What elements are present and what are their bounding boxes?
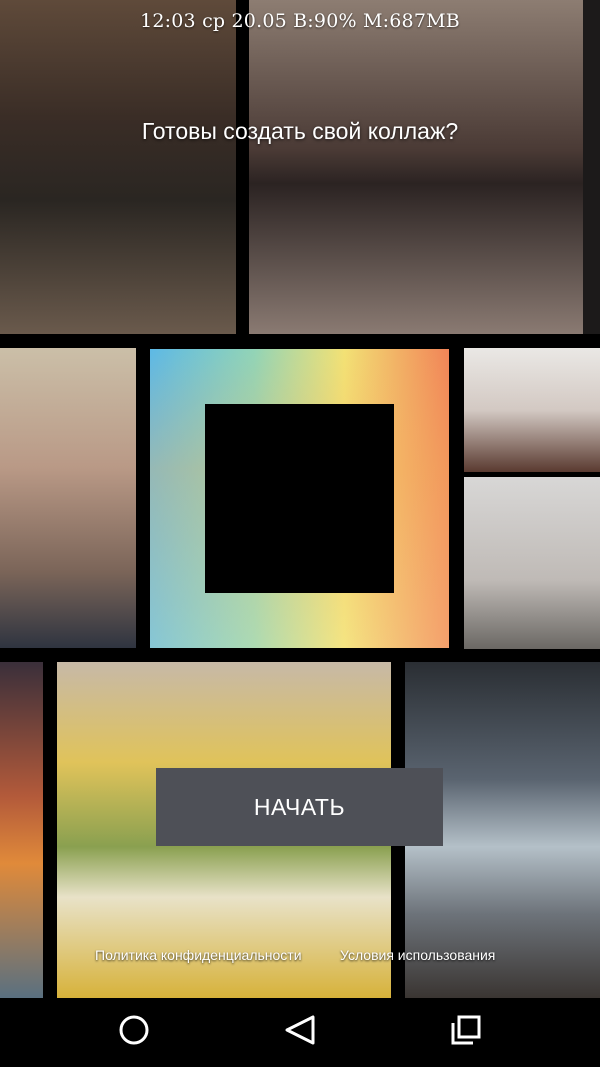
collage-photo-woman-hands (249, 0, 583, 334)
collage-photo-sunset-palms (0, 662, 43, 998)
home-button[interactable] (94, 998, 174, 1067)
privacy-policy-link[interactable]: Политика конфиденциальности (95, 947, 302, 963)
back-icon (282, 1013, 318, 1052)
navigation-bar (0, 998, 600, 1067)
collage-photo-edge (583, 0, 600, 334)
app-logo-center (205, 404, 394, 593)
home-icon (117, 1013, 151, 1052)
start-button[interactable]: НАЧАТЬ (156, 768, 443, 846)
terms-of-use-link[interactable]: Условия использования (340, 947, 495, 963)
collage-photo-woman-sunglasses (464, 477, 600, 649)
status-bar-text: 12:03 ср 20.05 B:90% M:687MB (140, 10, 460, 32)
recents-button[interactable] (426, 998, 506, 1067)
collage-photo-woman-hat (464, 348, 600, 472)
collage-photo-girl-smiling (0, 348, 136, 648)
collage-photo-twins (0, 0, 236, 334)
onboarding-title: Готовы создать свой коллаж? (141, 118, 459, 144)
recents-icon (449, 1013, 483, 1052)
back-button[interactable] (260, 998, 340, 1067)
